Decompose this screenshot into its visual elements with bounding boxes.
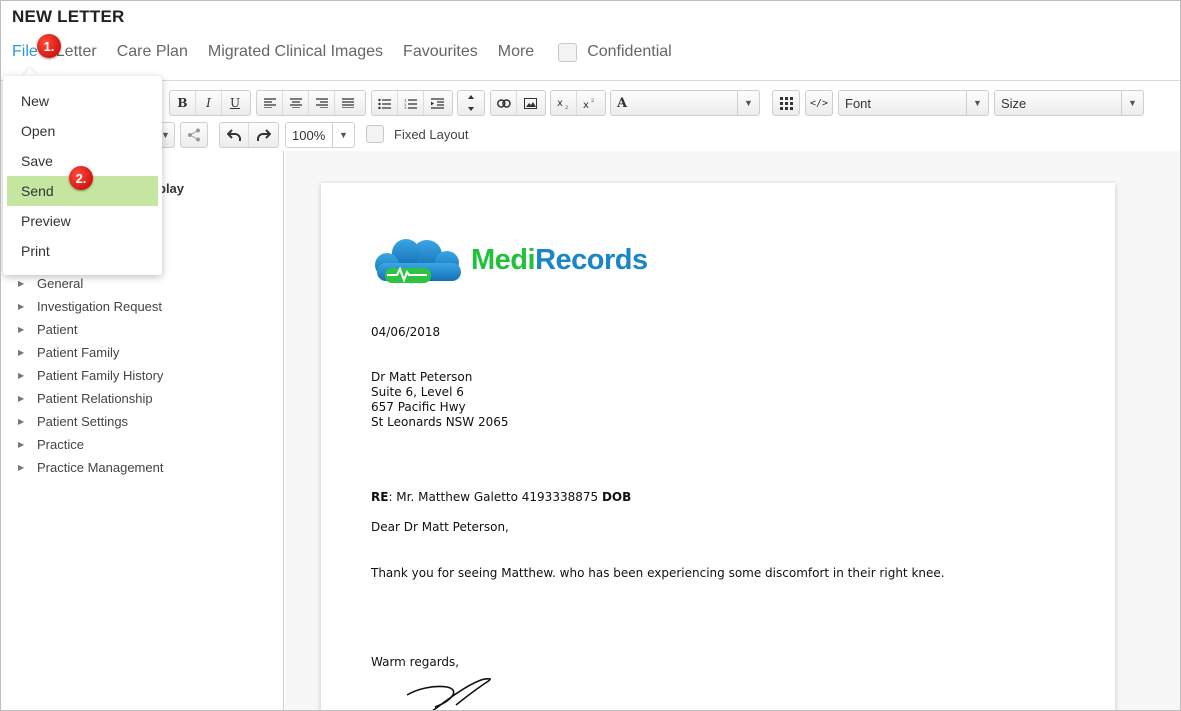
svg-text:2: 2 bbox=[565, 105, 568, 109]
svg-text:x: x bbox=[557, 98, 563, 109]
align-left-icon[interactable] bbox=[257, 91, 283, 115]
tree-item[interactable]: ▶ Patient bbox=[18, 318, 163, 341]
script-group: x2 x2 bbox=[550, 90, 606, 116]
image-icon[interactable] bbox=[517, 91, 543, 115]
app-window: NEW LETTER File Letter Care Plan Migrate… bbox=[0, 0, 1181, 711]
font-color-icon: A bbox=[617, 95, 628, 111]
step-badge-2: 2. bbox=[69, 166, 93, 190]
font-select-value: Font bbox=[845, 95, 872, 111]
file-menu-preview[interactable]: Preview bbox=[7, 206, 158, 236]
letter-date: 04/06/2018 bbox=[371, 325, 441, 339]
align-group bbox=[256, 90, 366, 116]
tree-item[interactable]: ▶ Patient Settings bbox=[18, 410, 163, 433]
svg-text:3: 3 bbox=[404, 105, 407, 109]
menu-bar: File Letter Care Plan Migrated Clinical … bbox=[12, 41, 672, 63]
numbered-list-icon[interactable]: 123 bbox=[398, 91, 424, 115]
insert-group bbox=[490, 90, 546, 116]
confidential-toggle[interactable]: Confidential bbox=[558, 42, 672, 62]
source-group: </> bbox=[805, 90, 833, 116]
source-code-icon[interactable]: </> bbox=[806, 91, 832, 115]
list-group: 123 bbox=[371, 90, 453, 116]
greeting: Dear Dr Matt Peterson, bbox=[371, 520, 509, 534]
merge-field-tree: ▶ General ▶ Investigation Request ▶ Patient… bbox=[18, 272, 163, 479]
menu-more[interactable]: More bbox=[498, 43, 534, 61]
tree-item[interactable]: ▶ Practice Management bbox=[18, 456, 163, 479]
size-select-value: Size bbox=[1001, 95, 1027, 111]
bullet-list-icon[interactable] bbox=[372, 91, 398, 115]
confidential-label: Confidential bbox=[587, 43, 672, 60]
chevron-down-icon[interactable]: ▼ bbox=[737, 91, 759, 115]
tree-item[interactable]: ▶ Patient Family History bbox=[18, 364, 163, 387]
zoom-value: 100% bbox=[292, 127, 326, 143]
brand-wordmark: MediRecords bbox=[471, 243, 648, 276]
expand-triangle-icon[interactable]: ▶ bbox=[18, 279, 37, 288]
file-menu-new[interactable]: New bbox=[7, 86, 158, 116]
signature-image bbox=[406, 677, 492, 710]
superscript-icon[interactable]: x2 bbox=[577, 91, 603, 115]
italic-button[interactable]: I bbox=[196, 91, 222, 115]
chevron-down-icon[interactable]: ▼ bbox=[332, 123, 354, 147]
svg-text:2: 2 bbox=[591, 98, 594, 104]
expand-triangle-icon[interactable]: ▶ bbox=[18, 440, 37, 449]
tree-item[interactable]: ▶ Patient Relationship bbox=[18, 387, 163, 410]
zoom-select[interactable]: 100% ▼ bbox=[285, 122, 355, 148]
expand-triangle-icon[interactable]: ▶ bbox=[18, 417, 37, 426]
closing: Warm regards, bbox=[371, 655, 460, 669]
chevron-down-icon[interactable]: ▼ bbox=[966, 91, 988, 115]
letter-body: Thank you for seeing Matthew. who has be… bbox=[371, 566, 945, 580]
align-center-icon[interactable] bbox=[283, 91, 309, 115]
underline-button[interactable]: U bbox=[222, 91, 248, 115]
share-nodes-icon[interactable] bbox=[181, 123, 207, 147]
expand-triangle-icon[interactable]: ▶ bbox=[18, 348, 37, 357]
table-grid-icon[interactable] bbox=[773, 91, 799, 115]
format-group: B I U bbox=[169, 90, 251, 116]
dropdown-caret bbox=[22, 68, 38, 76]
menu-migrated-clinical-images[interactable]: Migrated Clinical Images bbox=[208, 43, 383, 61]
tree-item[interactable]: ▶ Practice bbox=[18, 433, 163, 456]
line-spacing-icon[interactable] bbox=[458, 91, 484, 115]
page-title: NEW LETTER bbox=[12, 7, 125, 26]
undo-icon[interactable] bbox=[220, 123, 250, 147]
recipient-address: Dr Matt Peterson Suite 6, Level 6 657 Pa… bbox=[371, 370, 509, 429]
expand-triangle-icon[interactable]: ▶ bbox=[18, 394, 37, 403]
file-menu-print[interactable]: Print bbox=[7, 236, 158, 266]
align-right-icon[interactable] bbox=[309, 91, 335, 115]
link-icon[interactable] bbox=[491, 91, 517, 115]
expand-triangle-icon[interactable]: ▶ bbox=[18, 371, 37, 380]
tree-item[interactable]: ▶ Investigation Request bbox=[18, 295, 163, 318]
expand-triangle-icon[interactable]: ▶ bbox=[18, 302, 37, 311]
redo-icon[interactable] bbox=[249, 123, 278, 147]
expand-triangle-icon[interactable]: ▶ bbox=[18, 463, 37, 472]
fixed-layout-label: Fixed Layout bbox=[394, 126, 469, 142]
medirecords-logo: MediRecords bbox=[371, 235, 648, 285]
align-justify-icon[interactable] bbox=[335, 91, 361, 115]
confidential-checkbox[interactable] bbox=[558, 42, 578, 62]
font-select[interactable]: Font ▼ bbox=[838, 90, 989, 116]
menu-file[interactable]: File bbox=[12, 43, 38, 61]
tree-item[interactable]: ▶ General bbox=[18, 272, 163, 295]
history-group bbox=[219, 122, 279, 148]
fixed-layout-toggle[interactable]: Fixed Layout bbox=[366, 125, 468, 143]
menu-care-plan[interactable]: Care Plan bbox=[117, 43, 188, 61]
file-menu-open[interactable]: Open bbox=[7, 116, 158, 146]
subscript-icon[interactable]: x2 bbox=[551, 91, 577, 115]
menu-favourites[interactable]: Favourites bbox=[403, 43, 478, 61]
table-group bbox=[772, 90, 800, 116]
re-line: RE: Mr. Matthew Galetto 4193338875 DOB bbox=[371, 490, 632, 504]
fixed-layout-checkbox[interactable] bbox=[366, 125, 384, 143]
indent-icon[interactable] bbox=[424, 91, 450, 115]
font-color-select[interactable]: A ▼ bbox=[610, 90, 760, 116]
cloud-logo-icon bbox=[375, 239, 461, 283]
menu-letter[interactable]: Letter bbox=[56, 43, 97, 61]
size-select[interactable]: Size ▼ bbox=[994, 90, 1144, 116]
header-divider bbox=[1, 80, 1180, 81]
tree-item[interactable]: ▶ Patient Family bbox=[18, 341, 163, 364]
expand-triangle-icon[interactable]: ▶ bbox=[18, 325, 37, 334]
step-badge-1: 1. bbox=[37, 34, 61, 58]
bold-button[interactable]: B bbox=[170, 91, 196, 115]
chevron-down-icon[interactable]: ▼ bbox=[1121, 91, 1143, 115]
share-group bbox=[180, 122, 208, 148]
svg-text:x: x bbox=[583, 100, 589, 109]
spacing-group bbox=[457, 90, 485, 116]
